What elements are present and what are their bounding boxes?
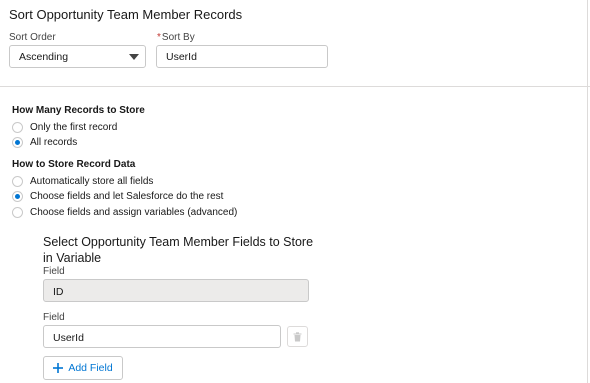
add-field-label: Add Field	[68, 362, 113, 374]
panel-edge	[587, 0, 588, 383]
field-value: ID	[53, 286, 64, 298]
radio-label: Choose fields and let Salesforce do the …	[30, 191, 224, 202]
field-input[interactable]: UserId	[43, 325, 281, 348]
radio-auto-store-fields[interactable]: Automatically store all fields	[12, 176, 153, 187]
radio-button-selected[interactable]	[12, 137, 23, 148]
sort-section-title: Sort Opportunity Team Member Records	[9, 7, 243, 22]
trash-icon	[293, 331, 302, 341]
radio-button[interactable]	[12, 122, 23, 133]
sort-order-label: Sort Order	[9, 32, 56, 43]
field-value: UserId	[53, 332, 84, 344]
records-to-store-title: How Many Records to Store	[12, 105, 145, 116]
sort-by-label: Sort By	[161, 32, 195, 43]
plus-icon	[53, 363, 64, 373]
add-field-button[interactable]: Add Field	[43, 356, 123, 380]
radio-label: All records	[30, 137, 78, 148]
fields-panel-title: Select Opportunity Team Member Fields to…	[43, 235, 314, 265]
radio-label: Choose fields and assign variables (adva…	[30, 207, 238, 218]
radio-all-records[interactable]: All records	[12, 137, 77, 148]
field-input-disabled: ID	[43, 279, 309, 302]
radio-button[interactable]	[12, 207, 23, 218]
sort-order-select[interactable]: Ascending	[9, 45, 146, 68]
radio-choose-fields-advanced[interactable]: Choose fields and assign variables (adva…	[12, 207, 237, 218]
sort-by-label-wrap: *Sort By	[157, 32, 195, 43]
delete-field-button[interactable]	[287, 326, 308, 347]
field-label: Field	[43, 266, 65, 277]
required-marker: *	[157, 32, 161, 43]
radio-button-selected[interactable]	[12, 191, 23, 202]
radio-choose-fields-salesforce[interactable]: Choose fields and let Salesforce do the …	[12, 191, 223, 202]
record-data-title: How to Store Record Data	[12, 159, 136, 170]
radio-label: Automatically store all fields	[30, 176, 154, 187]
sort-order-value: Ascending	[19, 51, 69, 63]
chevron-down-icon	[129, 54, 139, 60]
sort-by-value: UserId	[166, 51, 197, 63]
section-divider	[0, 86, 590, 87]
radio-only-first-record[interactable]: Only the first record	[12, 122, 117, 133]
radio-button[interactable]	[12, 176, 23, 187]
radio-label: Only the first record	[30, 122, 118, 133]
sort-by-input[interactable]: UserId	[156, 45, 328, 68]
field-label: Field	[43, 312, 65, 323]
